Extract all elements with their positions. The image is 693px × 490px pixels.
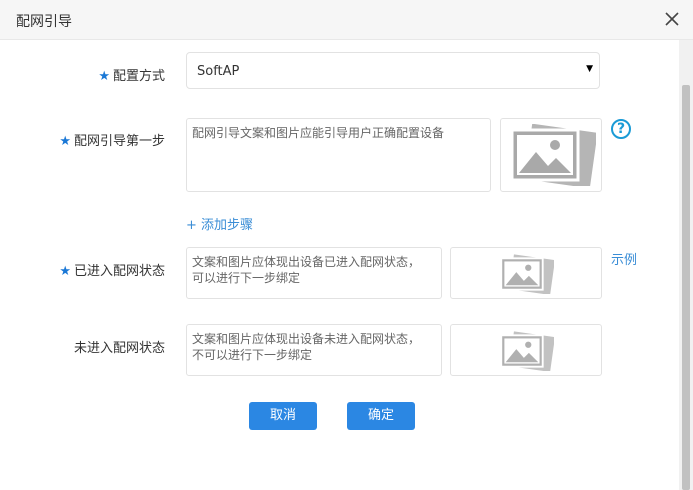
confirm-button[interactable]: 确定 — [347, 402, 415, 430]
dialog-header: 配网引导 — [0, 0, 693, 40]
config-mode-select[interactable]: SoftAP ▼ — [186, 52, 600, 89]
add-step-link[interactable]: + 添加步骤 — [186, 214, 253, 233]
step1-label-text: 配网引导第一步 — [73, 134, 165, 149]
entered-label-text: 已进入配网状态 — [73, 264, 165, 279]
question-circle-icon[interactable]: ? — [611, 119, 631, 139]
step1-image-upload[interactable] — [500, 118, 602, 192]
image-icon — [500, 254, 554, 294]
config-mode-label: ★ 配置方式 — [5, 65, 165, 84]
not-entered-image-upload[interactable] — [450, 324, 602, 376]
step1-placeholder: 配网引导文案和图片应能引导用户正确配置设备 — [192, 126, 445, 140]
step1-textarea[interactable]: 配网引导文案和图片应能引导用户正确配置设备 — [186, 118, 491, 192]
config-mode-value: SoftAP — [197, 64, 240, 79]
close-icon[interactable] — [661, 8, 683, 30]
entered-placeholder-line2: 可以进行下一步绑定 — [192, 271, 301, 285]
step1-label: ★ 配网引导第一步 — [5, 130, 165, 149]
config-mode-label-text: 配置方式 — [112, 69, 165, 84]
example-link[interactable]: 示例 — [611, 249, 637, 268]
not-entered-label-text: 未进入配网状态 — [73, 341, 165, 356]
dialog: 配网引导 ★ 配置方式 SoftAP ▼ ★ 配网引导第一步 配网引导文案和图片应能… — [0, 0, 693, 490]
cancel-button[interactable]: 取消 — [249, 402, 317, 430]
not-entered-textarea[interactable]: 文案和图片应体现出设备未进入配网状态， 不可以进行下一步绑定 — [186, 324, 442, 376]
image-icon — [500, 331, 554, 371]
entered-textarea[interactable]: 文案和图片应体现出设备已进入配网状态， 可以进行下一步绑定 — [186, 247, 442, 299]
entered-image-upload[interactable] — [450, 247, 602, 299]
not-entered-placeholder-line1: 文案和图片应体现出设备未进入配网状态， — [192, 332, 421, 346]
not-entered-placeholder-line2: 不可以进行下一步绑定 — [192, 348, 313, 362]
entered-label: ★ 已进入配网状态 — [5, 260, 165, 279]
entered-placeholder-line1: 文案和图片应体现出设备已进入配网状态， — [192, 255, 421, 269]
required-star: ★ — [59, 134, 71, 149]
scrollbar[interactable] — [679, 40, 693, 490]
scrollbar-thumb[interactable] — [682, 85, 690, 490]
caret-down-icon: ▼ — [586, 64, 593, 74]
not-entered-label: 未进入配网状态 — [5, 337, 165, 356]
required-star: ★ — [59, 264, 71, 279]
dialog-title: 配网引导 — [16, 14, 72, 30]
required-star: ★ — [98, 69, 110, 84]
image-icon — [510, 124, 596, 186]
